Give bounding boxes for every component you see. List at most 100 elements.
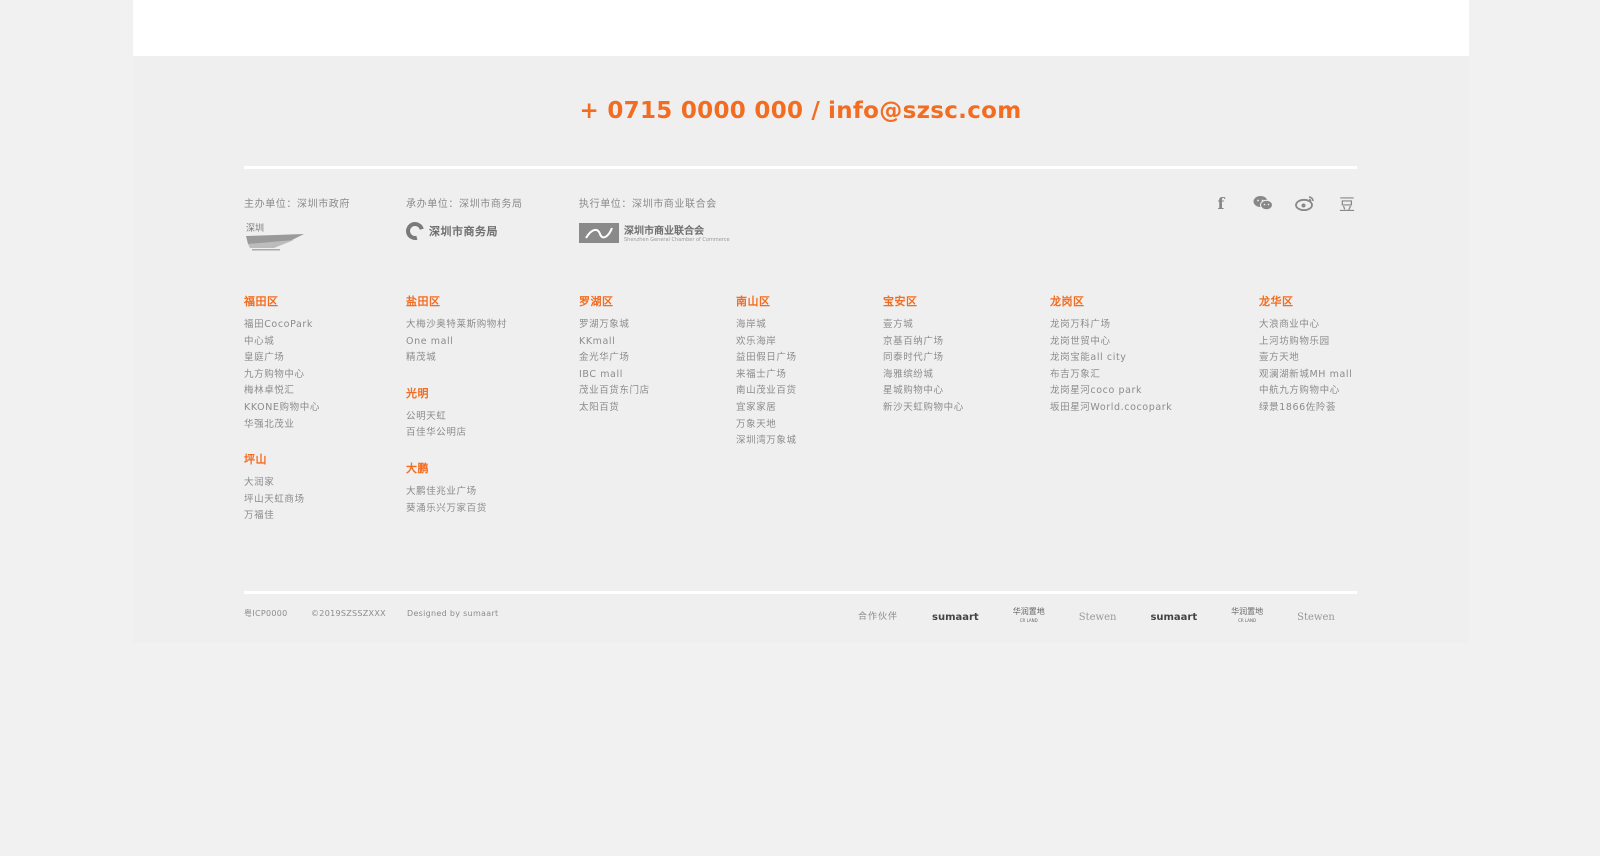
list-item[interactable]: 中心城 — [244, 334, 320, 351]
list-item[interactable]: 大梅沙奥特莱斯购物村 — [406, 317, 507, 334]
icp-number[interactable]: 粤ICP0000 — [244, 607, 288, 621]
list-item[interactable]: 九方购物中心 — [244, 367, 320, 384]
list-item[interactable]: 壹方城 — [883, 317, 964, 334]
mall-list: 海岸城 欢乐海岸 益田假日广场 来福士广场 南山茂业百货 宜家家居 万象天地 深… — [736, 317, 797, 450]
list-item[interactable]: 福田CocoPark — [244, 317, 320, 334]
list-item[interactable]: 梅林卓悦汇 — [244, 383, 320, 400]
organizer-block: 主办单位：深圳市政府 深圳 — [244, 195, 350, 252]
undertaker-label: 承办单位：深圳市商务局 — [406, 199, 523, 210]
list-item[interactable]: 龙岗世贸中心 — [1050, 334, 1172, 351]
site-footer: + 0715 0000 000 / info@szsc.com 主办单位：深圳市政府… — [133, 56, 1469, 643]
district-group: 龙岗区 龙岗万科广场 龙岗世贸中心 龙岗宝能all city 布吉万象汇 龙岗星… — [1050, 293, 1172, 417]
list-item[interactable]: 大浪商业中心 — [1259, 317, 1352, 334]
district-title[interactable]: 大鹏 — [406, 460, 507, 476]
district-group: 罗湖区 罗湖万象城 KKmall 金光华广场 IBC mall 茂业百货东门店 … — [579, 293, 650, 417]
district-title[interactable]: 龙岗区 — [1050, 293, 1172, 309]
list-item[interactable]: 百佳华公明店 — [406, 425, 507, 442]
list-item[interactable]: 龙岗星河coco park — [1050, 383, 1172, 400]
list-item[interactable]: KKmall — [579, 334, 650, 351]
list-item[interactable]: 星城购物中心 — [883, 383, 964, 400]
shenzhen-government-logo: 深圳 — [244, 222, 350, 252]
executor-block: 执行单位：深圳市商业联合会 深圳市商业联合会 Shenzhen General … — [579, 195, 730, 243]
partner-logo-stewen[interactable]: Stewen — [1079, 607, 1117, 627]
list-item[interactable]: 中航九方购物中心 — [1259, 383, 1352, 400]
list-item[interactable]: One mall — [406, 334, 507, 351]
list-item[interactable]: 来福士广场 — [736, 367, 797, 384]
district-column-1: 福田区 福田CocoPark 中心城 皇庭广场 九方购物中心 梅林卓悦汇 KKO… — [244, 293, 320, 525]
list-item[interactable]: 坪山天虹商场 — [244, 492, 320, 509]
district-title[interactable]: 光明 — [406, 385, 507, 401]
weibo-icon[interactable] — [1295, 193, 1315, 213]
district-title[interactable]: 罗湖区 — [579, 293, 650, 309]
bureau-logo-text: 深圳市商务局 — [429, 225, 498, 238]
footer-inner: + 0715 0000 000 / info@szsc.com 主办单位：深圳市政府… — [244, 56, 1357, 643]
partner-logo-sumaart[interactable]: sumaart — [1150, 607, 1197, 627]
bureau-emblem-icon — [402, 218, 428, 244]
list-item[interactable]: 欢乐海岸 — [736, 334, 797, 351]
social-links: f 豆 — [1211, 193, 1357, 215]
list-item[interactable]: 龙岗宝能all city — [1050, 350, 1172, 367]
district-title[interactable]: 福田区 — [244, 293, 320, 309]
district-group: 大鹏 大鹏佳兆业广场 葵涌乐兴万家百货 — [406, 460, 507, 517]
district-column-6: 龙岗区 龙岗万科广场 龙岗世贸中心 龙岗宝能all city 布吉万象汇 龙岗星… — [1050, 293, 1172, 417]
partner-logo-stewen[interactable]: Stewen — [1297, 607, 1335, 627]
partner-logo-crland[interactable]: 华润置地 CR LAND — [1231, 607, 1263, 627]
email-link[interactable]: info@szsc.com — [828, 98, 1022, 124]
list-item[interactable]: 南山茂业百货 — [736, 383, 797, 400]
mall-list: 大润家 坪山天虹商场 万福佳 — [244, 475, 320, 525]
list-item[interactable]: KKONE购物中心 — [244, 400, 320, 417]
copyright-text: ©2019SZSSZXXX — [311, 609, 386, 618]
district-title[interactable]: 龙华区 — [1259, 293, 1352, 309]
phone-link[interactable]: + 0715 0000 000 — [579, 98, 803, 124]
footer-bottom-bar: 粤ICP0000 ©2019SZSSZXXX Designed by sumaa… — [244, 607, 1357, 637]
executor-label: 执行单位：深圳市商业联合会 — [579, 199, 717, 210]
list-item[interactable]: 皇庭广场 — [244, 350, 320, 367]
list-item[interactable]: 新沙天虹购物中心 — [883, 400, 964, 417]
list-item[interactable]: 京基百纳广场 — [883, 334, 964, 351]
list-item[interactable]: 布吉万象汇 — [1050, 367, 1172, 384]
district-title[interactable]: 盐田区 — [406, 293, 507, 309]
list-item[interactable]: 公明天虹 — [406, 409, 507, 426]
list-item[interactable]: 金光华广场 — [579, 350, 650, 367]
list-item[interactable]: 大鹏佳兆业广场 — [406, 484, 507, 501]
page: + 0715 0000 000 / info@szsc.com 主办单位：深圳市政府… — [0, 0, 1600, 856]
list-item[interactable]: 葵涌乐兴万家百货 — [406, 501, 507, 518]
list-item[interactable]: 益田假日广场 — [736, 350, 797, 367]
facebook-icon[interactable]: f — [1211, 193, 1231, 213]
list-item[interactable]: 华强北茂业 — [244, 417, 320, 434]
list-item[interactable]: 坂田星河World.cocopark — [1050, 400, 1172, 417]
list-item[interactable]: 茂业百货东门店 — [579, 383, 650, 400]
list-item[interactable]: 精茂城 — [406, 350, 507, 367]
district-title[interactable]: 宝安区 — [883, 293, 964, 309]
list-item[interactable]: 万象天地 — [736, 417, 797, 434]
list-item[interactable]: 绿景1866佐阾荟 — [1259, 400, 1352, 417]
list-item[interactable]: 上河坊购物乐园 — [1259, 334, 1352, 351]
partner-logo-sumaart[interactable]: sumaart — [932, 607, 979, 627]
wechat-icon[interactable] — [1253, 193, 1273, 213]
list-item[interactable]: 罗湖万象城 — [579, 317, 650, 334]
list-item[interactable]: 太阳百货 — [579, 400, 650, 417]
list-item[interactable]: 同泰时代广场 — [883, 350, 964, 367]
district-title[interactable]: 坪山 — [244, 451, 320, 467]
contact-separator: / — [811, 98, 821, 124]
list-item[interactable]: 龙岗万科广场 — [1050, 317, 1172, 334]
list-item[interactable]: IBC mall — [579, 367, 650, 384]
designer-credit[interactable]: Designed by sumaart — [407, 607, 498, 621]
undertaker-block: 承办单位：深圳市商务局 深圳市商务局 — [402, 195, 523, 244]
divider-bottom — [244, 591, 1357, 594]
list-item[interactable]: 宜家家居 — [736, 400, 797, 417]
list-item[interactable]: 壹方天地 — [1259, 350, 1352, 367]
organizer-label: 主办单位：深圳市政府 — [244, 199, 350, 210]
district-title[interactable]: 南山区 — [736, 293, 797, 309]
mall-list: 罗湖万象城 KKmall 金光华广场 IBC mall 茂业百货东门店 太阳百货 — [579, 317, 650, 417]
list-item[interactable]: 深圳湾万象城 — [736, 433, 797, 450]
top-white-panel — [133, 0, 1469, 56]
list-item[interactable]: 万福佳 — [244, 508, 320, 525]
list-item[interactable]: 海岸城 — [736, 317, 797, 334]
mall-list: 壹方城 京基百纳广场 同泰时代广场 海雅缤纷城 星城购物中心 新沙天虹购物中心 — [883, 317, 964, 417]
list-item[interactable]: 观澜湖新城MH mall — [1259, 367, 1352, 384]
partner-logo-crland[interactable]: 华润置地 CR LAND — [1013, 607, 1045, 627]
douban-icon[interactable]: 豆 — [1337, 193, 1357, 214]
list-item[interactable]: 海雅缤纷城 — [883, 367, 964, 384]
list-item[interactable]: 大润家 — [244, 475, 320, 492]
